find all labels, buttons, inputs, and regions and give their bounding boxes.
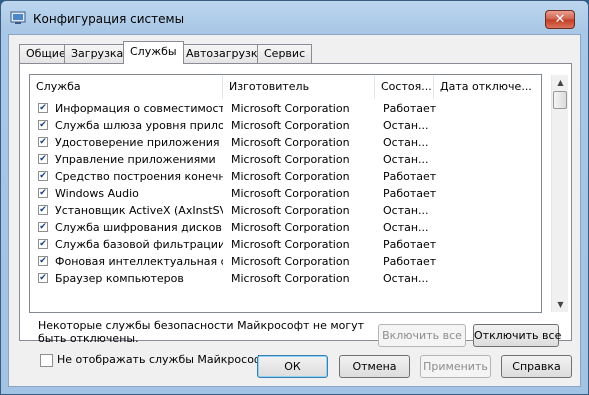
service-checkbox[interactable]: ✔ [38,154,48,164]
service-status: Работает [383,102,437,115]
table-row[interactable]: ✔ Средство построения конечн... Microsof… [30,168,541,185]
apply-button[interactable]: Применить [420,355,491,378]
service-status: Остан... [383,272,429,285]
service-manufacturer: Microsoft Corporation [231,187,350,200]
window-title: Конфигурация системы [33,12,185,26]
service-manufacturer: Microsoft Corporation [231,102,350,115]
checkbox-box[interactable] [40,354,53,367]
service-name: Средство построения конечн... [55,170,223,183]
close-button[interactable]: ✕ [545,10,575,29]
column-header-disabled-date[interactable]: Дата отключе... [434,75,541,99]
tab-tools[interactable]: Сервис [257,44,313,63]
help-button[interactable]: Справка [501,355,572,378]
table-row[interactable]: ✔ Браузер компьютеров Microsoft Corporat… [30,270,541,287]
service-name: Служба шлюза уровня прилож... [55,119,223,132]
service-manufacturer: Microsoft Corporation [231,255,350,268]
table-row[interactable]: ✔ Установщик ActiveX (AxInstSV) Microsof… [30,202,541,219]
scroll-thumb[interactable] [553,91,567,109]
table-row[interactable]: ✔ Служба шлюза уровня прилож... Microsof… [30,117,541,134]
service-checkbox[interactable]: ✔ [38,171,48,181]
disable-all-button[interactable]: Отключить все [473,324,561,347]
service-checkbox[interactable]: ✔ [38,188,48,198]
service-name: Управление приложениями [55,153,216,166]
service-manufacturer: Microsoft Corporation [231,136,350,149]
enable-all-button[interactable]: Включить все [378,324,466,347]
service-status: Работает [383,255,437,268]
msconfig-app-icon [10,11,26,24]
service-name: Браузер компьютеров [55,272,184,285]
service-manufacturer: Microsoft Corporation [231,221,350,234]
service-manufacturer: Microsoft Corporation [231,153,350,166]
service-manufacturer: Microsoft Corporation [231,272,350,285]
service-manufacturer: Microsoft Corporation [231,119,350,132]
column-header-status[interactable]: Состоя... [375,75,434,99]
service-name: Фоновая интеллектуальная с... [55,255,223,268]
scroll-down-arrow-icon[interactable]: ▼ [552,297,569,312]
tab-services[interactable]: Службы [123,41,184,64]
service-checkbox[interactable]: ✔ [38,103,48,113]
table-row[interactable]: ✔ Служба базовой фильтрации Microsoft Co… [30,236,541,253]
service-status: Работает [383,170,437,183]
hide-microsoft-services-label: Не отображать службы Майкрософт [57,353,270,366]
security-services-notice: Некоторые службы безопасности Майкрософт… [38,319,365,345]
service-status: Остан... [383,119,429,132]
services-tab-panel: Служба Изготовитель Состоя... Дата отклю… [19,63,572,367]
service-status: Остан... [383,136,429,149]
cancel-button[interactable]: Отмена [339,355,410,378]
service-name: Windows Audio [55,187,139,200]
table-row[interactable]: ✔ Информация о совместимости ... Microso… [30,100,541,117]
service-checkbox[interactable]: ✔ [38,256,48,266]
column-header-service[interactable]: Служба [30,75,223,99]
service-checkbox[interactable]: ✔ [38,205,48,215]
service-status: Остан... [383,204,429,217]
service-manufacturer: Microsoft Corporation [231,170,350,183]
service-checkbox[interactable]: ✔ [38,239,48,249]
close-icon: ✕ [554,12,566,27]
service-name: Установщик ActiveX (AxInstSV) [55,204,223,217]
ok-button[interactable]: ОК [257,355,328,378]
column-header-manufacturer[interactable]: Изготовитель [223,75,375,99]
service-name: Удостоверение приложения [55,136,220,149]
table-row[interactable]: ✔ Windows Audio Microsoft Corporation Ра… [30,185,541,202]
service-checkbox[interactable]: ✔ [38,222,48,232]
scroll-up-arrow-icon[interactable]: ▲ [552,75,569,90]
service-status: Работает [383,187,437,200]
service-checkbox[interactable]: ✔ [38,273,48,283]
table-row[interactable]: ✔ Управление приложениями Microsoft Corp… [30,151,541,168]
service-name: Информация о совместимости ... [55,102,223,115]
vertical-scrollbar[interactable]: ▲ ▼ [551,75,568,312]
tab-boot[interactable]: Загрузка [64,44,131,63]
service-manufacturer: Microsoft Corporation [231,204,350,217]
services-list[interactable]: Служба Изготовитель Состоя... Дата отклю… [29,74,542,313]
service-name: Служба шифрования дисков Bi... [55,221,223,234]
service-status: Остан... [383,153,429,166]
service-status: Работает [383,238,437,251]
table-row[interactable]: ✔ Фоновая интеллектуальная с... Microsof… [30,253,541,270]
service-manufacturer: Microsoft Corporation [231,238,350,251]
service-name: Служба базовой фильтрации [55,238,223,251]
service-status: Остан... [383,221,429,234]
service-checkbox[interactable]: ✔ [38,137,48,147]
title-bar[interactable]: Конфигурация системы ✕ [1,1,588,35]
list-header: Служба Изготовитель Состоя... Дата отклю… [30,75,541,99]
dialog-client-area: Общие Загрузка Службы Автозагрузка Серви… [8,34,581,387]
table-row[interactable]: ✔ Служба шифрования дисков Bi... Microso… [30,219,541,236]
system-configuration-window: Конфигурация системы ✕ Общие Загрузка Сл… [0,0,589,395]
table-row[interactable]: ✔ Удостоверение приложения Microsoft Cor… [30,134,541,151]
service-checkbox[interactable]: ✔ [38,120,48,130]
